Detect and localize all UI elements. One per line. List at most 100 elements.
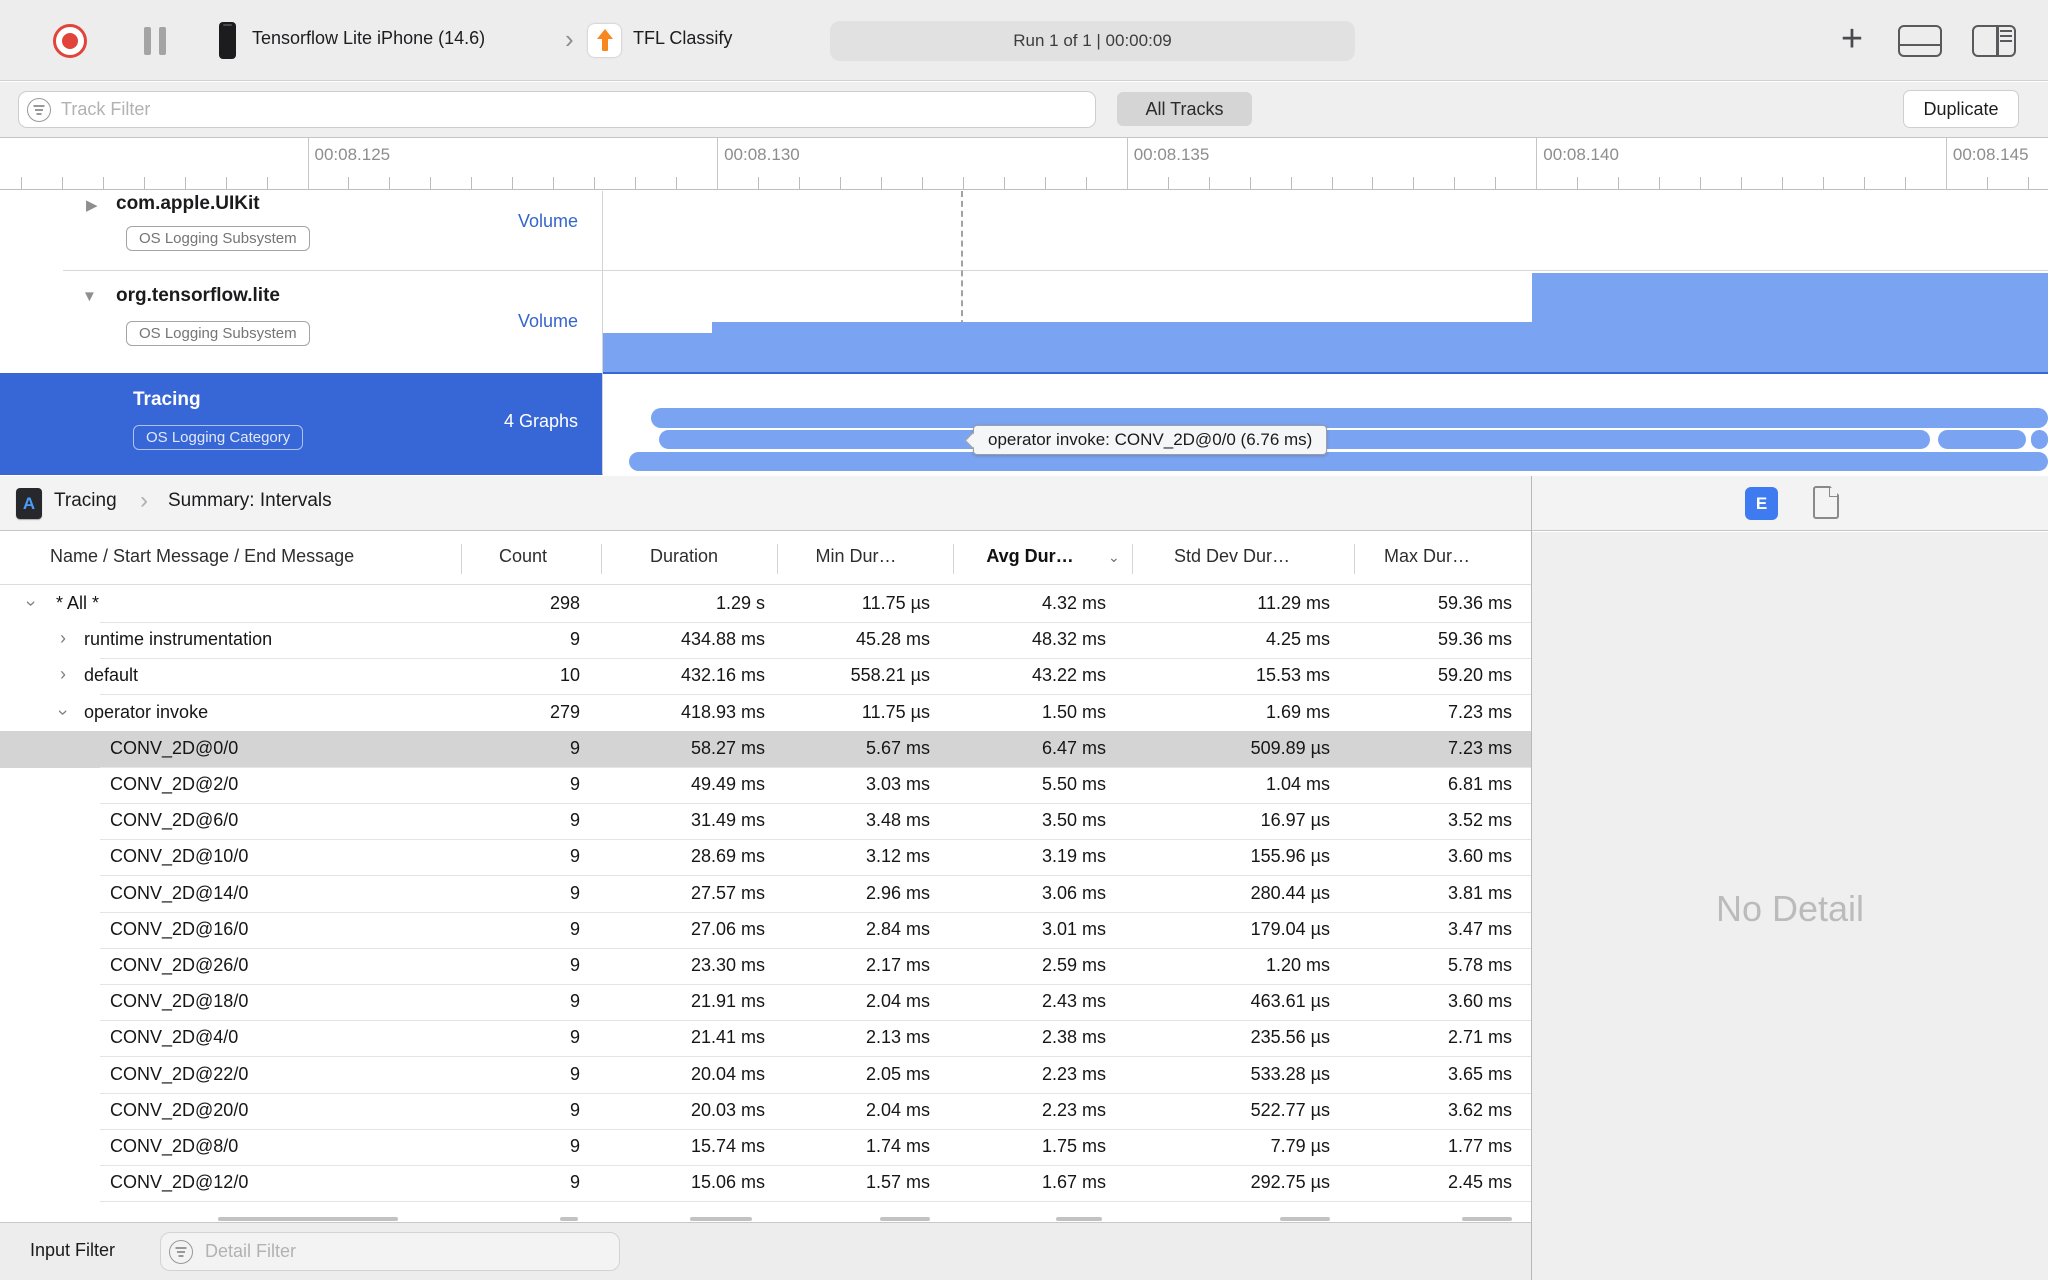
ruler-tick xyxy=(594,177,596,189)
column-header-avg[interactable]: Avg Dur… xyxy=(986,546,1073,567)
trace-interval-bar[interactable] xyxy=(629,452,2048,471)
column-separator xyxy=(461,544,462,574)
track-lanes[interactable]: operator invoke: CONV_2D@0/0 (6.76 ms) xyxy=(603,191,2048,475)
target-process-label[interactable]: TFL Classify xyxy=(633,28,732,49)
row-avg: 3.19 ms xyxy=(1041,846,1106,867)
row-count: 9 xyxy=(569,1099,580,1120)
table-row[interactable]: CONV_2D@18/0 9 21.91 ms 2.04 ms 2.43 ms 463.6… xyxy=(0,984,1531,1022)
row-max: 3.52 ms xyxy=(1447,810,1512,831)
track-row-tracing-selected[interactable]: Tracing OS Logging Category 4 Graphs xyxy=(0,373,602,475)
device-trace-label[interactable]: Tensorflow Lite iPhone (14.6) xyxy=(252,28,485,49)
disclosure-triangle-icon[interactable]: ▼ xyxy=(82,288,97,305)
breadcrumb-instrument[interactable]: Tracing xyxy=(54,490,117,512)
toggle-right-pane-button[interactable] xyxy=(1972,25,2016,57)
row-avg: 4.32 ms xyxy=(1041,593,1106,613)
ruler-tick xyxy=(512,177,514,189)
row-min: 3.03 ms xyxy=(865,774,930,794)
row-max: 1.77 ms xyxy=(1447,1136,1512,1156)
table-row[interactable]: CONV_2D@10/0 9 28.69 ms 3.12 ms 3.19 ms 155.9… xyxy=(0,839,1531,877)
add-instrument-button[interactable]: + xyxy=(1830,18,1874,62)
right-pane-glyph xyxy=(1996,27,1999,55)
column-header-min[interactable]: Min Dur… xyxy=(815,546,896,567)
table-row[interactable]: CONV_2D@0/0 9 58.27 ms 5.67 ms 6.47 ms 509.89… xyxy=(0,730,1531,768)
track-filter-input[interactable]: Track Filter xyxy=(18,91,1096,128)
all-tracks-button[interactable]: All Tracks xyxy=(1117,92,1252,126)
row-name: CONV_2D@2/0 xyxy=(110,774,239,794)
row-std: 235.56 µs xyxy=(1250,1027,1330,1048)
panel-divider[interactable] xyxy=(1531,476,1532,1280)
breadcrumb-page[interactable]: Summary: Intervals xyxy=(168,490,332,512)
lane-label-volume: Volume xyxy=(517,311,578,331)
row-duration: 15.74 ms xyxy=(690,1136,765,1156)
row-min: 11.75 µs xyxy=(861,593,930,613)
row-name: CONV_2D@8/0 xyxy=(110,1136,239,1156)
column-header-max[interactable]: Max Dur… xyxy=(1384,546,1470,567)
table-row[interactable]: CONV_2D@20/0 9 20.03 ms 2.04 ms 2.23 ms 522.7… xyxy=(0,1093,1531,1130)
ruler-tick xyxy=(266,177,268,189)
track-row-uikit[interactable]: ▶ com.apple.UIKit OS Logging Subsystem V… xyxy=(0,191,602,270)
sort-chevron-icon[interactable]: ⌄ xyxy=(1108,549,1120,566)
timeline-ruler[interactable]: 00:08.125 00:08.130 00:08.135 00:08.140 00:0… xyxy=(0,137,2048,190)
ruler-tick xyxy=(1904,177,1906,189)
column-header-std[interactable]: Std Dev Dur… xyxy=(1174,546,1290,567)
duplicate-button[interactable]: Duplicate xyxy=(1903,90,2019,128)
row-min: 2.17 ms xyxy=(865,955,930,975)
extended-detail-button[interactable]: E xyxy=(1745,487,1778,520)
table-row[interactable]: › operator invoke 279 418.93 ms 11.75 µs 1.50… xyxy=(0,695,1531,732)
row-count: 9 xyxy=(569,774,580,794)
column-separator xyxy=(601,544,602,574)
table-row[interactable]: CONV_2D@6/0 9 31.49 ms 3.48 ms 3.50 ms 16.97 … xyxy=(0,803,1531,841)
trace-interval-bar[interactable] xyxy=(1938,430,2026,449)
row-min: 5.67 ms xyxy=(865,737,930,758)
disclosure-chevron-icon[interactable]: › xyxy=(60,628,66,649)
disclosure-chevron-icon[interactable]: › xyxy=(21,601,42,607)
ruler-tick xyxy=(1741,177,1743,189)
ruler-tick xyxy=(1700,177,1702,189)
table-row[interactable]: CONV_2D@8/0 9 15.74 ms 1.74 ms 1.75 ms 7.79 µ… xyxy=(0,1129,1531,1166)
ruler-tick xyxy=(635,177,637,189)
table-row[interactable]: CONV_2D@16/0 9 27.06 ms 2.84 ms 3.01 ms 179.0… xyxy=(0,912,1531,949)
table-row[interactable]: CONV_2D@4/0 9 21.41 ms 2.13 ms 2.38 ms 235.56… xyxy=(0,1020,1531,1058)
row-std: 463.61 µs xyxy=(1250,991,1330,1012)
row-min: 3.48 ms xyxy=(865,810,930,831)
column-header-count[interactable]: Count xyxy=(499,546,547,567)
table-row[interactable]: › * All * 298 1.29 s 11.75 µs 4.32 ms 11.29 ms… xyxy=(0,586,1531,623)
row-name: CONV_2D@22/0 xyxy=(110,1063,249,1084)
trace-interval-bar[interactable] xyxy=(2031,430,2048,449)
ruler-tick xyxy=(184,177,186,189)
track-badge: OS Logging Category xyxy=(133,425,304,450)
column-header-duration[interactable]: Duration xyxy=(650,546,718,567)
table-row[interactable]: CONV_2D@22/0 9 20.04 ms 2.05 ms 2.23 ms 533.2… xyxy=(0,1057,1531,1094)
toggle-bottom-pane-button[interactable] xyxy=(1898,25,1942,57)
track-row-tensorflow[interactable]: ▼ org.tensorflow.lite OS Logging Subsyst… xyxy=(0,271,602,372)
table-row[interactable]: CONV_2D@26/0 9 23.30 ms 2.17 ms 2.59 ms 1.20 … xyxy=(0,948,1531,985)
instruments-window: Tensorflow Lite iPhone (14.6) › TFL Clas… xyxy=(0,0,2048,1280)
disclosure-triangle-icon[interactable]: ▶ xyxy=(86,196,98,214)
pause-button[interactable] xyxy=(144,27,166,55)
row-max: 3.81 ms xyxy=(1447,882,1512,903)
disclosure-chevron-icon[interactable]: › xyxy=(53,709,74,715)
table-column-header[interactable]: Name / Start Message / End Message Count D… xyxy=(0,532,1531,585)
trace-interval-bar[interactable] xyxy=(651,408,2048,428)
summary-table: › * All * 298 1.29 s 11.75 µs 4.32 ms 11.29 ms… xyxy=(0,586,1531,1211)
disclosure-chevron-icon[interactable]: › xyxy=(60,664,66,685)
record-button[interactable] xyxy=(53,24,87,58)
row-std: 1.69 ms xyxy=(1265,701,1330,722)
tracing-lane[interactable]: operator invoke: CONV_2D@0/0 (6.76 ms) xyxy=(603,372,2048,475)
table-row[interactable]: CONV_2D@12/0 9 15.06 ms 1.57 ms 1.67 ms 292.7… xyxy=(0,1165,1531,1203)
tooltip-text: operator invoke: CONV_2D@0/0 (6.76 ms) xyxy=(988,430,1313,449)
row-duration: 20.04 ms xyxy=(690,1063,765,1084)
ruler-tick xyxy=(61,177,63,189)
detail-filter-input[interactable]: Detail Filter xyxy=(160,1232,620,1271)
table-row[interactable]: CONV_2D@2/0 9 49.49 ms 3.03 ms 5.50 ms 1.04 m… xyxy=(0,767,1531,804)
row-name: CONV_2D@4/0 xyxy=(110,1027,239,1048)
summary-header: A Tracing › Summary: Intervals E xyxy=(0,476,2048,531)
column-header-name[interactable]: Name / Start Message / End Message xyxy=(50,546,354,567)
row-max: 5.78 ms xyxy=(1447,955,1512,975)
document-detail-button[interactable] xyxy=(1813,485,1840,519)
row-avg: 1.50 ms xyxy=(1041,701,1106,722)
row-max: 7.23 ms xyxy=(1447,737,1512,758)
table-row[interactable]: › default 10 432.16 ms 558.21 µs 43.22 ms 15.5… xyxy=(0,658,1531,696)
table-row[interactable]: › runtime instrumentation 9 434.88 ms 45.28 … xyxy=(0,622,1531,660)
table-row[interactable]: CONV_2D@14/0 9 27.57 ms 2.96 ms 3.06 ms 280.4… xyxy=(0,876,1531,913)
